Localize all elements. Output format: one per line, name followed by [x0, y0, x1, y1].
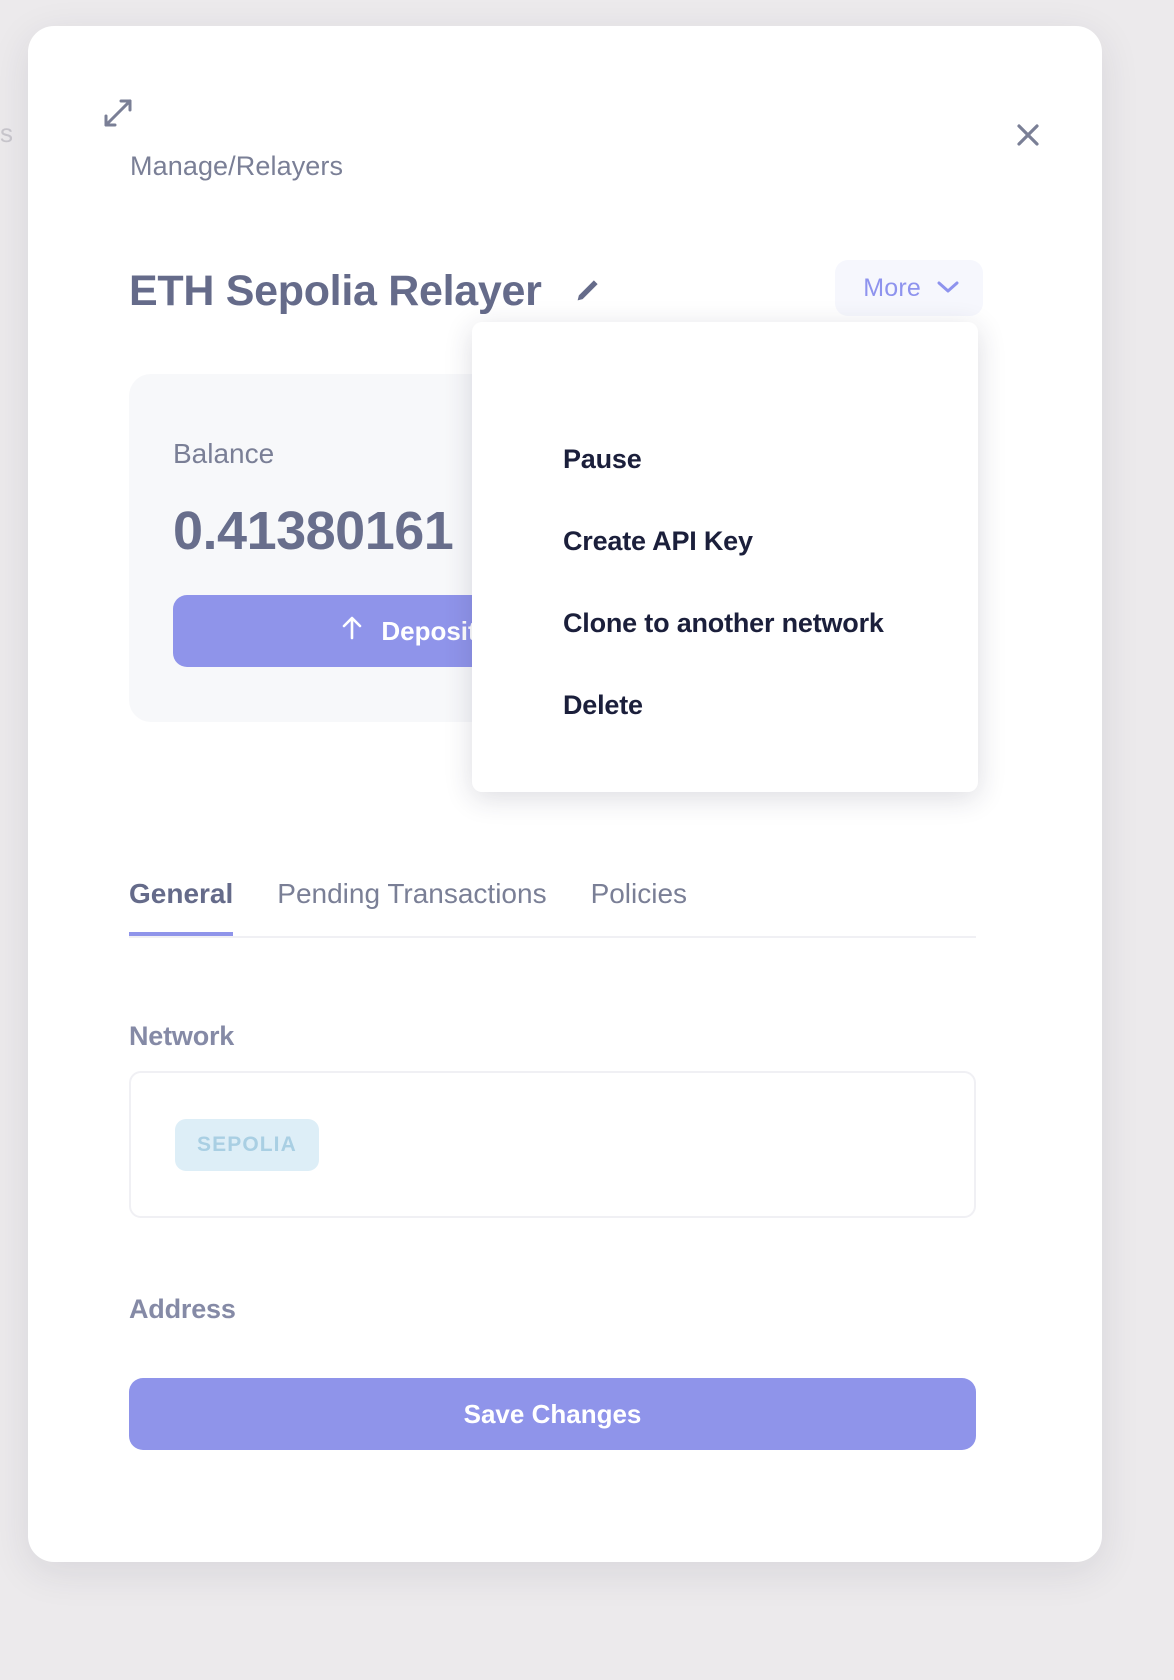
tab-policies[interactable]: Policies	[591, 878, 687, 936]
tab-general[interactable]: General	[129, 878, 234, 936]
arrow-up-icon	[341, 615, 363, 648]
menu-item-clone-to-another-network[interactable]: Clone to another network	[472, 582, 978, 664]
more-dropdown-menu: Pause Create API Key Clone to another ne…	[472, 322, 978, 792]
tab-bar: General Pending Transactions Policies	[129, 846, 976, 938]
background-edge-text: s	[0, 118, 13, 148]
close-x-icon	[1013, 120, 1043, 153]
network-label: Network	[129, 1021, 235, 1051]
menu-item-delete[interactable]: Delete	[472, 664, 978, 746]
close-button[interactable]	[1006, 114, 1050, 158]
address-label: Address	[129, 1294, 236, 1324]
more-button[interactable]: More	[835, 260, 983, 316]
page-title: ETH Sepolia Relayer	[129, 266, 542, 315]
title-row: ETH Sepolia Relayer More	[129, 258, 1001, 324]
expand-diagonal-arrows-icon[interactable]	[101, 96, 135, 130]
network-chip-sepolia: SEPOLIA	[175, 1118, 319, 1171]
save-changes-button[interactable]: Save Changes	[129, 1378, 976, 1450]
menu-item-pause[interactable]: Pause	[472, 418, 978, 500]
tab-pending-transactions[interactable]: Pending Transactions	[277, 878, 546, 936]
menu-item-create-api-key[interactable]: Create API Key	[472, 500, 978, 582]
more-button-label: More	[863, 273, 921, 302]
chevron-down-icon	[937, 280, 959, 297]
breadcrumb[interactable]: Manage/Relayers	[130, 151, 343, 182]
relayer-detail-modal: Manage/Relayers ETH Sepolia Relayer More…	[28, 26, 1102, 1562]
network-field[interactable]: SEPOLIA	[129, 1071, 976, 1218]
deposit-button-label: Deposit	[381, 615, 477, 646]
pencil-edit-icon[interactable]	[572, 276, 602, 306]
